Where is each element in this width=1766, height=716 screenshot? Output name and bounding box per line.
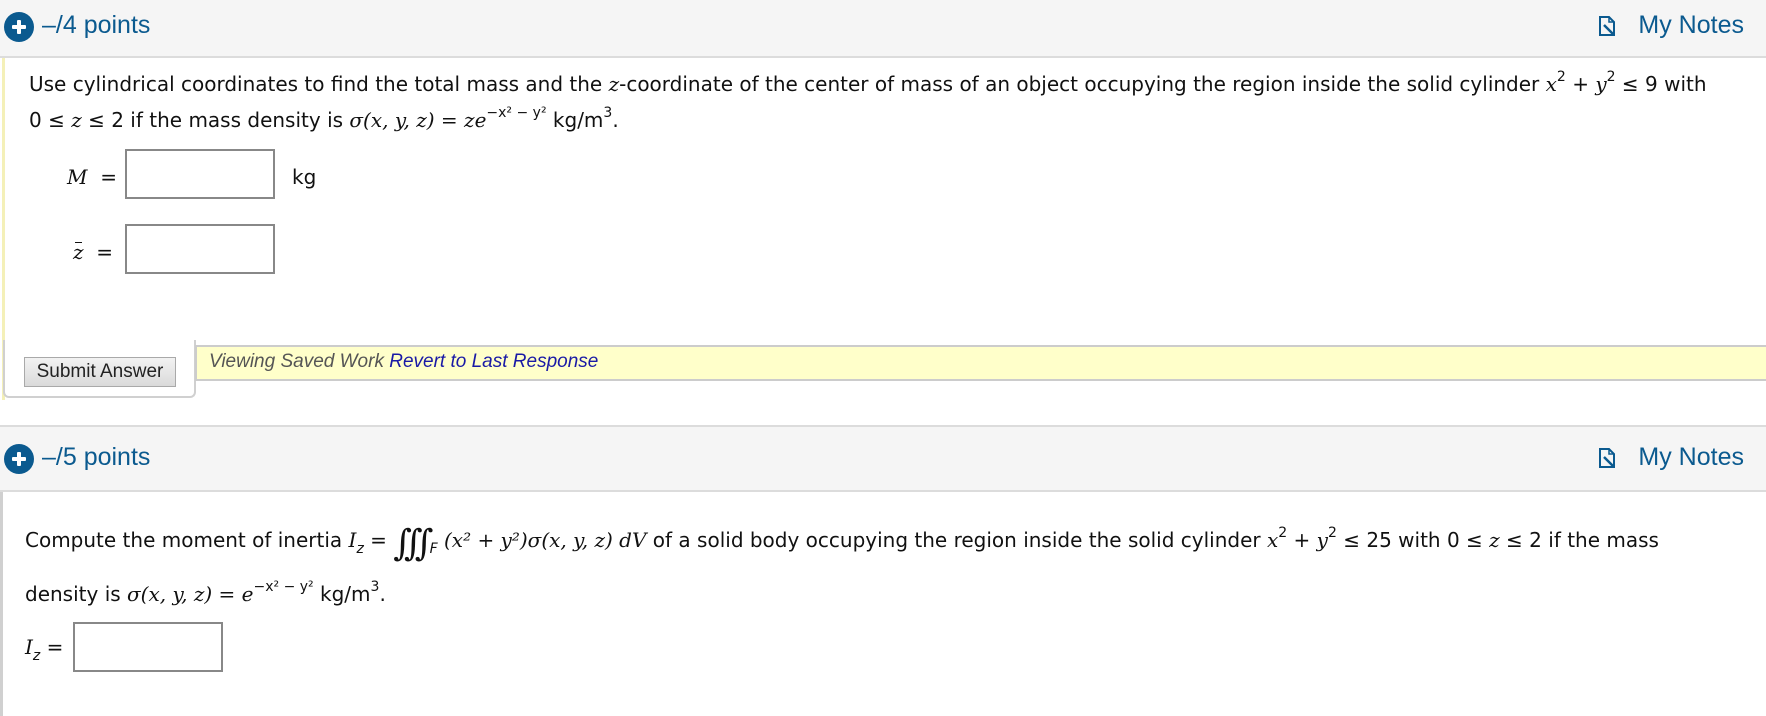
question-2-header: –/5 points My Notes bbox=[0, 425, 1766, 492]
density-exponent: −x² − y² bbox=[486, 105, 547, 121]
moment-of-inertia-label: Iz = bbox=[25, 635, 64, 664]
z-bar-input[interactable] bbox=[125, 224, 275, 274]
question-1-header: –/4 points My Notes bbox=[0, 0, 1766, 58]
question-2-body: Compute the moment of inertia Iz = ∫∫∫ F … bbox=[0, 492, 1766, 716]
moment-of-inertia-input[interactable] bbox=[73, 622, 223, 672]
density-function: σ(x, y, z) = e bbox=[127, 582, 254, 606]
mass-unit: kg bbox=[292, 165, 317, 189]
expand-plus-icon[interactable] bbox=[4, 444, 34, 474]
question-1-prompt-line-2: 0 ≤ z ≤ 2 if the mass density is σ(x, y,… bbox=[29, 105, 619, 132]
notes-icon bbox=[1599, 15, 1616, 36]
my-notes-link-2[interactable]: My Notes bbox=[1598, 443, 1744, 472]
density-function: σ(x, y, z) = ze bbox=[349, 108, 487, 132]
question-2-points: –/5 points bbox=[42, 443, 151, 471]
question-2-prompt-line-2: density is σ(x, y, z) = e−x² − y² kg/m3. bbox=[25, 579, 386, 606]
my-notes-link-1[interactable]: My Notes bbox=[1598, 11, 1744, 40]
question-1-prompt-line-1: Use cylindrical coordinates to find the … bbox=[29, 69, 1707, 96]
density-exponent: −x² − y² bbox=[253, 579, 314, 595]
mass-label: M = bbox=[67, 165, 117, 189]
saved-work-bar: Viewing Saved Work Revert to Last Respon… bbox=[195, 345, 1766, 381]
my-notes-label: My Notes bbox=[1638, 11, 1744, 39]
my-notes-label: My Notes bbox=[1638, 443, 1744, 471]
submit-answer-button[interactable]: Submit Answer bbox=[24, 357, 176, 387]
expand-plus-icon[interactable] bbox=[4, 12, 34, 42]
triple-integral-symbol: ∫∫∫ bbox=[393, 523, 433, 564]
integrand: (x² + y²)σ(x, y, z) dV bbox=[437, 528, 647, 552]
viewing-saved-work-text: Viewing Saved Work bbox=[209, 351, 384, 372]
mass-input[interactable] bbox=[125, 149, 275, 199]
revert-to-last-response-link[interactable]: Revert to Last Response bbox=[389, 351, 598, 372]
notes-icon bbox=[1599, 447, 1616, 468]
question-2-prompt-line-1: Compute the moment of inertia Iz = ∫∫∫ F … bbox=[25, 523, 1659, 564]
question-1-points: –/4 points bbox=[42, 11, 151, 39]
z-bar-label: z = bbox=[73, 240, 114, 264]
